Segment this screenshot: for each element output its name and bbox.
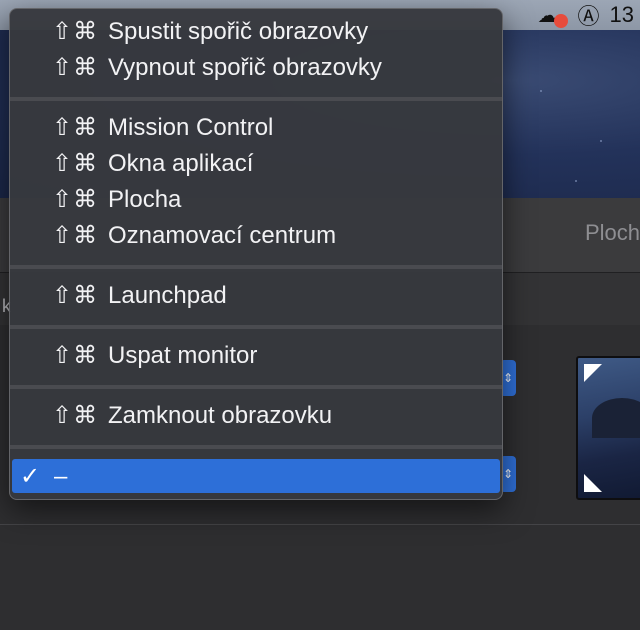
menu-separator — [10, 445, 502, 449]
menu-item-label: Spustit spořič obrazovky — [108, 18, 369, 45]
shortcut-label: ⇧⌘ — [52, 222, 99, 249]
menu-item-label: Vypnout spořič obrazovky — [108, 54, 382, 81]
menu-item-label: Zamknout obrazovku — [108, 402, 333, 429]
divider — [0, 524, 640, 525]
shortcut-label: ⇧⌘ — [52, 186, 99, 213]
menu-item-label: Launchpad — [108, 282, 227, 309]
menu-item-label: Uspat monitor — [108, 342, 258, 369]
menu-separator — [10, 325, 502, 329]
menu-bar-tray: ☁ Ⓐ 13 — [538, 0, 640, 30]
menu-item-desktop[interactable]: ⇧⌘ Plocha — [10, 182, 502, 218]
menu-item-launchpad[interactable]: ⇧⌘ Launchpad — [10, 278, 502, 314]
menu-separator — [10, 265, 502, 269]
menu-separator — [10, 97, 502, 101]
shortcut-label: ⇧⌘ — [52, 342, 99, 369]
menu-item-label: Plocha — [108, 186, 182, 213]
shortcut-label: ⇧⌘ — [52, 402, 99, 429]
clock-label[interactable]: 13 — [610, 2, 634, 28]
menu-item-application-windows[interactable]: ⇧⌘ Okna aplikací — [10, 146, 502, 182]
menu-item-label: Okna aplikací — [108, 150, 254, 177]
shortcut-label: ⇧⌘ — [52, 18, 99, 45]
header-title[interactable]: Ploch — [585, 220, 640, 246]
hot-corner-action-menu: ⇧⌘ Spustit spořič obrazovky ⇧⌘ Vypnout s… — [9, 8, 503, 500]
shortcut-label: ⇧⌘ — [52, 150, 99, 177]
app-store-icon[interactable]: Ⓐ — [578, 0, 600, 31]
checkmark-icon: ✓ — [20, 463, 41, 490]
top-left-corner-icon — [584, 364, 602, 382]
shortcut-label: ⇧⌘ — [52, 282, 99, 309]
menu-item-none-selected[interactable]: ✓ – — [12, 459, 500, 493]
menu-separator — [10, 385, 502, 389]
menu-item-lock-screen[interactable]: ⇧⌘ Zamknout obrazovku — [10, 398, 502, 434]
menu-item-disable-screensaver[interactable]: ⇧⌘ Vypnout spořič obrazovky — [10, 50, 502, 86]
menu-item-sleep-display[interactable]: ⇧⌘ Uspat monitor — [10, 338, 502, 374]
notification-dot-icon — [553, 14, 568, 28]
menu-item-start-screensaver[interactable]: ⇧⌘ Spustit spořič obrazovky — [10, 14, 502, 50]
menu-item-mission-control[interactable]: ⇧⌘ Mission Control — [10, 110, 502, 146]
menu-item-label: – — [54, 463, 68, 490]
menu-item-label: Oznamovací centrum — [108, 222, 337, 249]
shortcut-label: ⇧⌘ — [52, 54, 99, 81]
menu-item-notification-center[interactable]: ⇧⌘ Oznamovací centrum — [10, 218, 502, 254]
menu-item-label: Mission Control — [108, 114, 274, 141]
hot-corners-preview — [576, 356, 640, 500]
bottom-left-corner-icon — [584, 474, 602, 492]
shortcut-label: ⇧⌘ — [52, 114, 99, 141]
preview-landscape — [592, 398, 640, 438]
